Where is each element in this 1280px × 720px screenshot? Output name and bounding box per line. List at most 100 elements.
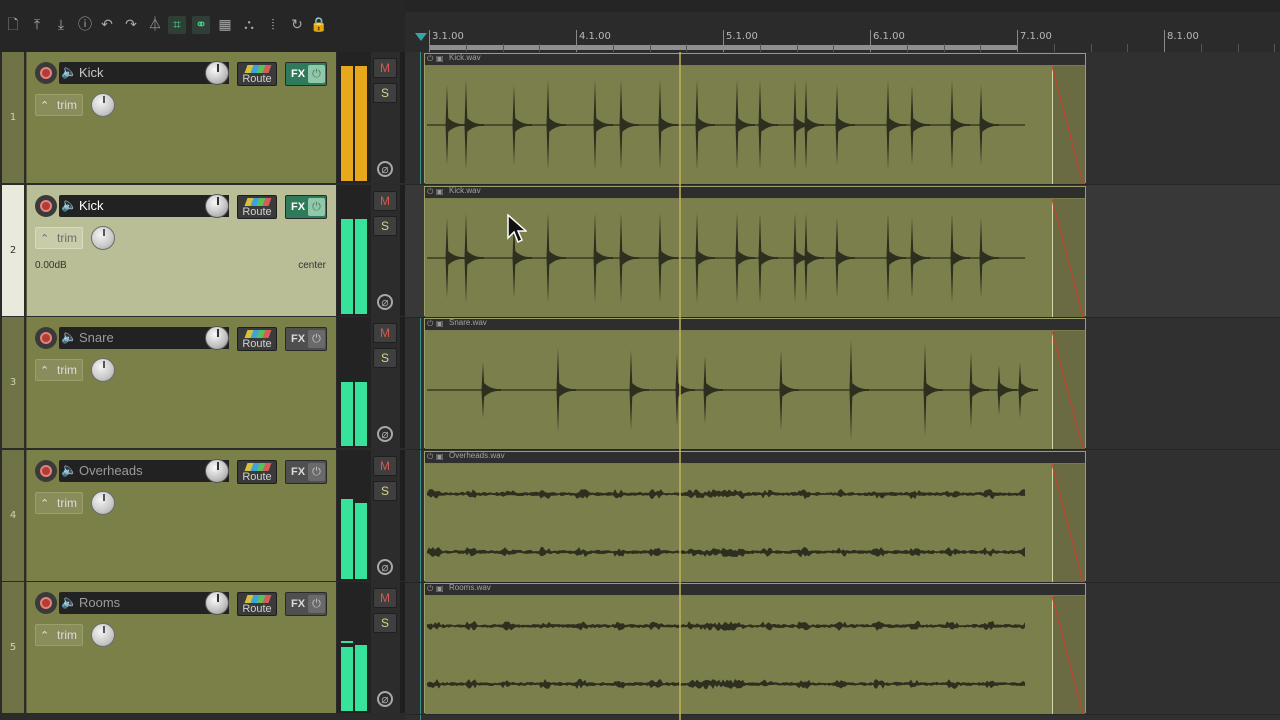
- fx-bypass-icon[interactable]: ⏻: [308, 330, 325, 348]
- media-item-header[interactable]: ⏻ ▣ Snare.wav: [425, 318, 1085, 330]
- track-name[interactable]: Overheads: [79, 463, 143, 478]
- volume-knob[interactable]: [205, 591, 229, 615]
- track-number[interactable]: 3: [2, 317, 24, 448]
- solo-button[interactable]: S: [373, 215, 397, 236]
- trim-envelope-button[interactable]: ⌃ trim: [35, 94, 83, 116]
- speaker-icon[interactable]: 🔈: [61, 331, 77, 345]
- track-lane[interactable]: ⏻ ▣ Snare.wav: [405, 317, 1280, 450]
- track-4[interactable]: 4 🔈 Overheads Route FX ⏻ ⌃ trim M S ⌀: [0, 449, 405, 582]
- fx-bypass-icon[interactable]: ⏻: [308, 197, 325, 216]
- track-3[interactable]: 3 🔈 Snare Route FX ⏻ ⌃ trim M S ⌀: [0, 317, 405, 449]
- track-panel[interactable]: 🔈 Kick Route FX ⏻ ⌃ trim 0.00dB center: [26, 184, 336, 316]
- track-panel[interactable]: 🔈 Overheads Route FX ⏻ ⌃ trim: [26, 449, 336, 581]
- trim-envelope-button[interactable]: ⌃ trim: [35, 624, 83, 646]
- track-name[interactable]: Snare: [79, 330, 114, 345]
- phase-invert-icon[interactable]: ⌀: [377, 426, 393, 442]
- trim-envelope-button[interactable]: ⌃ trim: [35, 491, 83, 514]
- fx-bypass-icon[interactable]: ⏻: [308, 595, 325, 613]
- track-lane[interactable]: ⏻ ▣ Kick.wav: [405, 52, 1280, 185]
- fade-curve[interactable]: [1051, 596, 1084, 714]
- save-project-icon[interactable]: ⤓: [52, 16, 70, 34]
- open-project-icon[interactable]: ⤒: [28, 16, 46, 34]
- record-arm-button[interactable]: [35, 592, 57, 614]
- media-item-header[interactable]: ⏻ ▣ Kick.wav: [425, 186, 1085, 198]
- track-name-box[interactable]: 🔈 Snare: [59, 327, 229, 349]
- redo-icon[interactable]: ↷: [122, 16, 140, 34]
- fx-button[interactable]: FX ⏻: [285, 194, 327, 219]
- media-item[interactable]: ⏻ ▣ Kick.wav: [424, 53, 1086, 184]
- track-panel[interactable]: 🔈 Snare Route FX ⏻ ⌃ trim: [26, 317, 336, 448]
- solo-button[interactable]: S: [373, 348, 397, 368]
- media-item[interactable]: ⏻ ▣ Rooms.wav: [424, 583, 1086, 714]
- fade-curve[interactable]: [1051, 66, 1084, 184]
- speaker-icon[interactable]: 🔈: [61, 198, 77, 213]
- phase-invert-icon[interactable]: ⌀: [377, 558, 393, 575]
- record-arm-button[interactable]: [35, 62, 57, 84]
- fx-button[interactable]: FX ⏻: [285, 62, 327, 86]
- project-settings-icon[interactable]: ⓘ: [76, 16, 94, 34]
- arrange-view[interactable]: ⏻ ▣ Kick.wav ⏻ ▣ Kick.wav ⏻ ▣ Snare.wav ⏻ ▣ Ove…: [405, 52, 1280, 720]
- volume-knob[interactable]: [205, 458, 229, 483]
- item-grouping-icon[interactable]: ⚭: [192, 16, 210, 34]
- mute-button[interactable]: M: [373, 190, 397, 211]
- track-number[interactable]: 2: [2, 184, 24, 316]
- record-arm-button[interactable]: [35, 194, 57, 217]
- speaker-icon[interactable]: 🔈: [61, 596, 77, 610]
- track-lane[interactable]: ⏻ ▣ Rooms.wav: [405, 582, 1280, 715]
- track-name-box[interactable]: 🔈 Kick: [59, 194, 229, 217]
- track-5[interactable]: 5 🔈 Rooms Route FX ⏻ ⌃ trim M S ⌀: [0, 582, 405, 714]
- solo-button[interactable]: S: [373, 613, 397, 633]
- record-arm-button[interactable]: [35, 459, 57, 482]
- timeline-ruler[interactable]: 3.1.00 4.1.00 5.1.00 6.1.00 7.1.00 8.1.00: [405, 0, 1280, 52]
- phase-invert-icon[interactable]: ⌀: [377, 161, 393, 177]
- pan-knob[interactable]: [91, 623, 115, 647]
- record-arm-button[interactable]: [35, 327, 57, 349]
- fx-button[interactable]: FX ⏻: [285, 592, 327, 616]
- track-panel[interactable]: 🔈 Kick Route FX ⏻ ⌃ trim: [26, 52, 336, 183]
- phase-invert-icon[interactable]: ⌀: [377, 293, 393, 310]
- route-button[interactable]: Route: [237, 194, 277, 219]
- trim-envelope-button[interactable]: ⌃ trim: [35, 226, 83, 249]
- pan-knob[interactable]: [91, 93, 115, 117]
- fx-bypass-icon[interactable]: ⏻: [308, 462, 325, 481]
- loop-icon[interactable]: ↻: [288, 16, 306, 34]
- track-2[interactable]: 2 🔈 Kick Route FX ⏻ ⌃ trim 0.00dB center M S ⌀: [0, 184, 405, 317]
- new-project-icon[interactable]: 🗋: [4, 16, 22, 34]
- media-item-header[interactable]: ⏻ ▣ Overheads.wav: [425, 451, 1085, 463]
- track-name-box[interactable]: 🔈 Overheads: [59, 459, 229, 482]
- media-item[interactable]: ⏻ ▣ Overheads.wav: [424, 450, 1086, 582]
- fade-curve[interactable]: [1051, 198, 1084, 317]
- pan-knob[interactable]: [91, 490, 115, 515]
- track-1[interactable]: 1 🔈 Kick Route FX ⏻ ⌃ trim M S ⌀: [0, 52, 405, 184]
- media-item[interactable]: ⏻ ▣ Snare.wav: [424, 318, 1086, 449]
- fade-curve[interactable]: [1051, 331, 1084, 449]
- fx-button[interactable]: FX ⏻: [285, 459, 327, 484]
- solo-button[interactable]: S: [373, 83, 397, 103]
- volume-knob[interactable]: [205, 61, 229, 85]
- grid-lines-icon[interactable]: ⦙: [264, 16, 282, 34]
- solo-button[interactable]: S: [373, 480, 397, 501]
- track-name-box[interactable]: 🔈 Rooms: [59, 592, 229, 614]
- mute-button[interactable]: M: [373, 455, 397, 476]
- route-button[interactable]: Route: [237, 62, 277, 86]
- track-number[interactable]: 1: [2, 52, 24, 183]
- track-number[interactable]: 5: [2, 582, 24, 713]
- track-panel[interactable]: 🔈 Rooms Route FX ⏻ ⌃ trim: [26, 582, 336, 713]
- speaker-icon[interactable]: 🔈: [61, 66, 77, 80]
- track-number[interactable]: 4: [2, 449, 24, 581]
- track-name[interactable]: Rooms: [79, 595, 120, 610]
- pan-knob[interactable]: [91, 358, 115, 382]
- media-item-header[interactable]: ⏻ ▣ Kick.wav: [425, 53, 1085, 65]
- speaker-icon[interactable]: 🔈: [61, 463, 77, 478]
- ripple-edit-icon[interactable]: ⌗: [168, 16, 186, 34]
- media-item[interactable]: ⏻ ▣ Kick.wav: [424, 185, 1086, 317]
- route-button[interactable]: Route: [237, 327, 277, 351]
- track-name[interactable]: Kick: [79, 65, 104, 80]
- track-name-box[interactable]: 🔈 Kick: [59, 62, 229, 84]
- track-lane[interactable]: ⏻ ▣ Kick.wav: [405, 184, 1280, 318]
- track-name[interactable]: Kick: [79, 198, 104, 213]
- volume-knob[interactable]: [205, 193, 229, 218]
- volume-knob[interactable]: [205, 326, 229, 350]
- trim-envelope-button[interactable]: ⌃ trim: [35, 359, 83, 381]
- mute-button[interactable]: M: [373, 58, 397, 78]
